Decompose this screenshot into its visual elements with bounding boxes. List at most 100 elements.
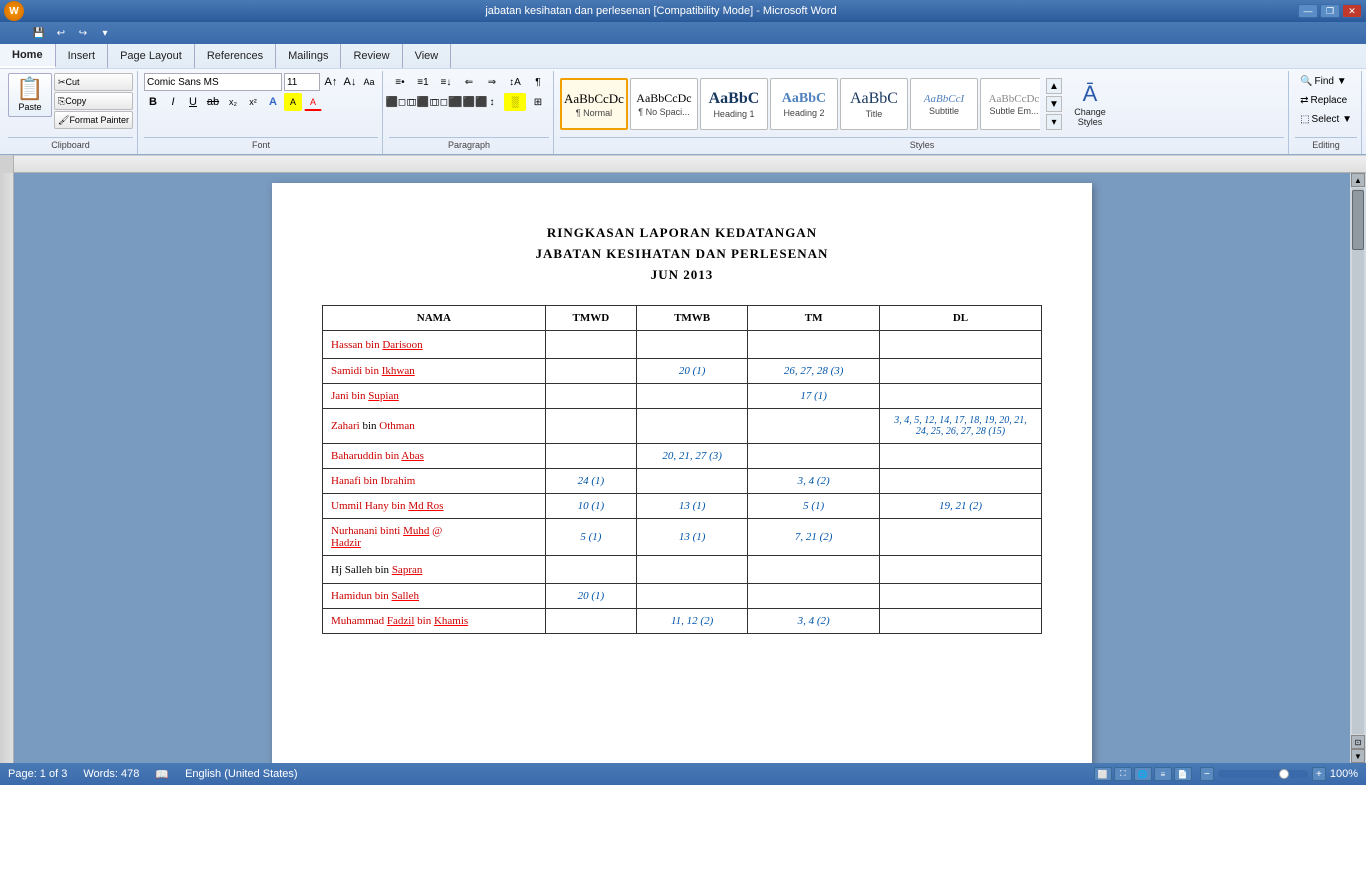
zoom-out-btn[interactable]: − (1200, 767, 1214, 781)
style-normal-label: ¶ Normal (576, 108, 612, 118)
name-cell: Hj Salleh bin Sapran (323, 556, 546, 584)
underline-button[interactable]: U (184, 93, 202, 111)
scroll-track[interactable] (1352, 188, 1364, 734)
tmwd-cell: 20 (1) (545, 584, 636, 609)
undo-quick-btn[interactable]: ↩ (52, 24, 70, 42)
style-title[interactable]: AaBbC Title (840, 78, 908, 130)
tab-insert[interactable]: Insert (56, 44, 109, 68)
decrease-indent[interactable]: ⇐ (458, 73, 480, 91)
ribbon: Home Insert Page Layout References Maili… (0, 44, 1366, 155)
font-name-select[interactable] (144, 73, 282, 91)
font-group: A↑ A↓ Aa B I U ab x₂ x² A A A (140, 71, 383, 154)
multilevel-button[interactable]: ≡↓ (435, 73, 457, 91)
scroll-down-button[interactable]: ▼ (1351, 749, 1365, 763)
bold-button[interactable]: B (144, 93, 162, 111)
tm-cell (748, 409, 880, 444)
tab-references[interactable]: References (195, 44, 276, 68)
bullets-button[interactable]: ≡• (389, 73, 411, 91)
clear-format-btn[interactable]: Aa (360, 73, 378, 91)
tab-page-layout[interactable]: Page Layout (108, 44, 195, 68)
subscript-button[interactable]: x₂ (224, 93, 242, 111)
paragraph-label: Paragraph (389, 137, 549, 152)
language-info[interactable]: English (United States) (185, 768, 298, 780)
dl-cell: 19, 21 (2) (879, 494, 1041, 519)
tmwd-cell: 10 (1) (545, 494, 636, 519)
line-spacing[interactable]: ↕ (481, 93, 503, 111)
superscript-button[interactable]: x² (244, 93, 262, 111)
tmwd-cell (545, 556, 636, 584)
style-subtle-em[interactable]: AaBbCcDc Subtle Em... (980, 78, 1040, 130)
paste-button[interactable]: 📋 Paste (8, 73, 52, 117)
document-area[interactable]: RINGKASAN LAPORAN KEDATANGAN JABATAN KES… (14, 173, 1350, 763)
zoom-in-btn[interactable]: + (1312, 767, 1326, 781)
col-tmwd: TMWD (545, 306, 636, 331)
select-button[interactable]: ⬚ Select ▼ (1295, 111, 1357, 128)
draft-btn[interactable]: 📄 (1174, 767, 1192, 781)
change-styles-label: Change Styles (1066, 107, 1114, 127)
font-size-decrease[interactable]: A↓ (341, 73, 359, 91)
tab-home[interactable]: Home (0, 44, 56, 68)
name-cell: Zahari bin Othman (323, 409, 546, 444)
resize-corner[interactable]: ⊡ (1351, 735, 1365, 749)
strikethrough-button[interactable]: ab (204, 93, 222, 111)
styles-scroll-up[interactable]: ▲ (1046, 78, 1062, 94)
web-layout-btn[interactable]: 🌐 (1134, 767, 1152, 781)
zoom-slider[interactable] (1218, 770, 1308, 778)
copy-button[interactable]: ⎘ Copy (54, 92, 133, 110)
editing-group: 🔍 Find ▼ ⇄ Replace ⬚ Select ▼ Editing (1291, 71, 1362, 154)
scroll-thumb[interactable] (1352, 190, 1364, 250)
tmwb-cell: 13 (1) (636, 519, 747, 556)
format-painter-button[interactable]: 🖌 Format Painter (54, 111, 133, 129)
print-layout-btn[interactable]: ⬜ (1094, 767, 1112, 781)
cut-button[interactable]: ✂ Cut (54, 73, 133, 91)
style-no-spacing-label: ¶ No Spaci... (638, 107, 689, 117)
increase-indent[interactable]: ⇒ (481, 73, 503, 91)
tm-cell: 26, 27, 28 (3) (748, 359, 880, 384)
style-normal[interactable]: AaBbCcDc ¶ Normal (560, 78, 628, 130)
justify[interactable]: ⬛⬛⬛ (458, 93, 480, 111)
title-bar: W jabatan kesihatan dan perlesenan [Comp… (0, 0, 1366, 22)
zoom-slider-thumb[interactable] (1279, 769, 1289, 779)
font-row2: B I U ab x₂ x² A A A (144, 93, 378, 111)
styles-scroll-down[interactable]: ▼ (1046, 96, 1062, 112)
font-size-increase[interactable]: A↑ (322, 73, 340, 91)
clipboard-label: Clipboard (8, 137, 133, 152)
highlight-button[interactable]: A (284, 93, 302, 111)
vertical-scrollbar[interactable]: ▲ ⊡ ▼ (1350, 173, 1366, 763)
text-effects-button[interactable]: A (264, 93, 282, 111)
tab-mailings[interactable]: Mailings (276, 44, 341, 68)
table-row: Zahari bin Othman 3, 4, 5, 12, 14, 17, 1… (323, 409, 1042, 444)
doc-title-line2: JABATAN KESIHATAN DAN PERLESENAN (322, 244, 1042, 265)
scroll-up-button[interactable]: ▲ (1351, 173, 1365, 187)
style-subtitle[interactable]: AaBbCcI Subtitle (910, 78, 978, 130)
sort-button[interactable]: ↕A (504, 73, 526, 91)
replace-button[interactable]: ⇄ Replace (1295, 92, 1357, 109)
full-screen-btn[interactable]: ⛶ (1114, 767, 1132, 781)
style-heading1[interactable]: AaBbC Heading 1 (700, 78, 768, 130)
style-no-spacing[interactable]: AaBbCcDc ¶ No Spaci... (630, 78, 698, 130)
save-quick-btn[interactable]: 💾 (30, 24, 48, 42)
change-styles-button[interactable]: Ā Change Styles (1064, 78, 1116, 130)
redo-quick-btn[interactable]: ↪ (74, 24, 92, 42)
find-button[interactable]: 🔍 Find ▼ (1295, 73, 1357, 90)
font-color-button[interactable]: A (304, 93, 322, 111)
numbering-button[interactable]: ≡1 (412, 73, 434, 91)
zoom-level[interactable]: 100% (1330, 768, 1358, 780)
shading-button[interactable]: ░ (504, 93, 526, 111)
font-size-select[interactable] (284, 73, 320, 91)
tab-view[interactable]: View (403, 44, 452, 68)
outline-btn[interactable]: ≡ (1154, 767, 1172, 781)
styles-more[interactable]: ▾ (1046, 114, 1062, 130)
name-cell: Ummil Hany bin Md Ros (323, 494, 546, 519)
dl-cell (879, 384, 1041, 409)
qa-dropdown[interactable]: ▾ (96, 24, 114, 42)
restore-button[interactable]: ❐ (1320, 4, 1340, 18)
tmwb-cell (636, 556, 747, 584)
show-formatting[interactable]: ¶ (527, 73, 549, 91)
minimize-button[interactable]: — (1298, 4, 1318, 18)
close-button[interactable]: ✕ (1342, 4, 1362, 18)
italic-button[interactable]: I (164, 93, 182, 111)
border-button[interactable]: ⊞ (527, 93, 549, 111)
tab-review[interactable]: Review (341, 44, 402, 68)
style-heading2[interactable]: AaBbC Heading 2 (770, 78, 838, 130)
